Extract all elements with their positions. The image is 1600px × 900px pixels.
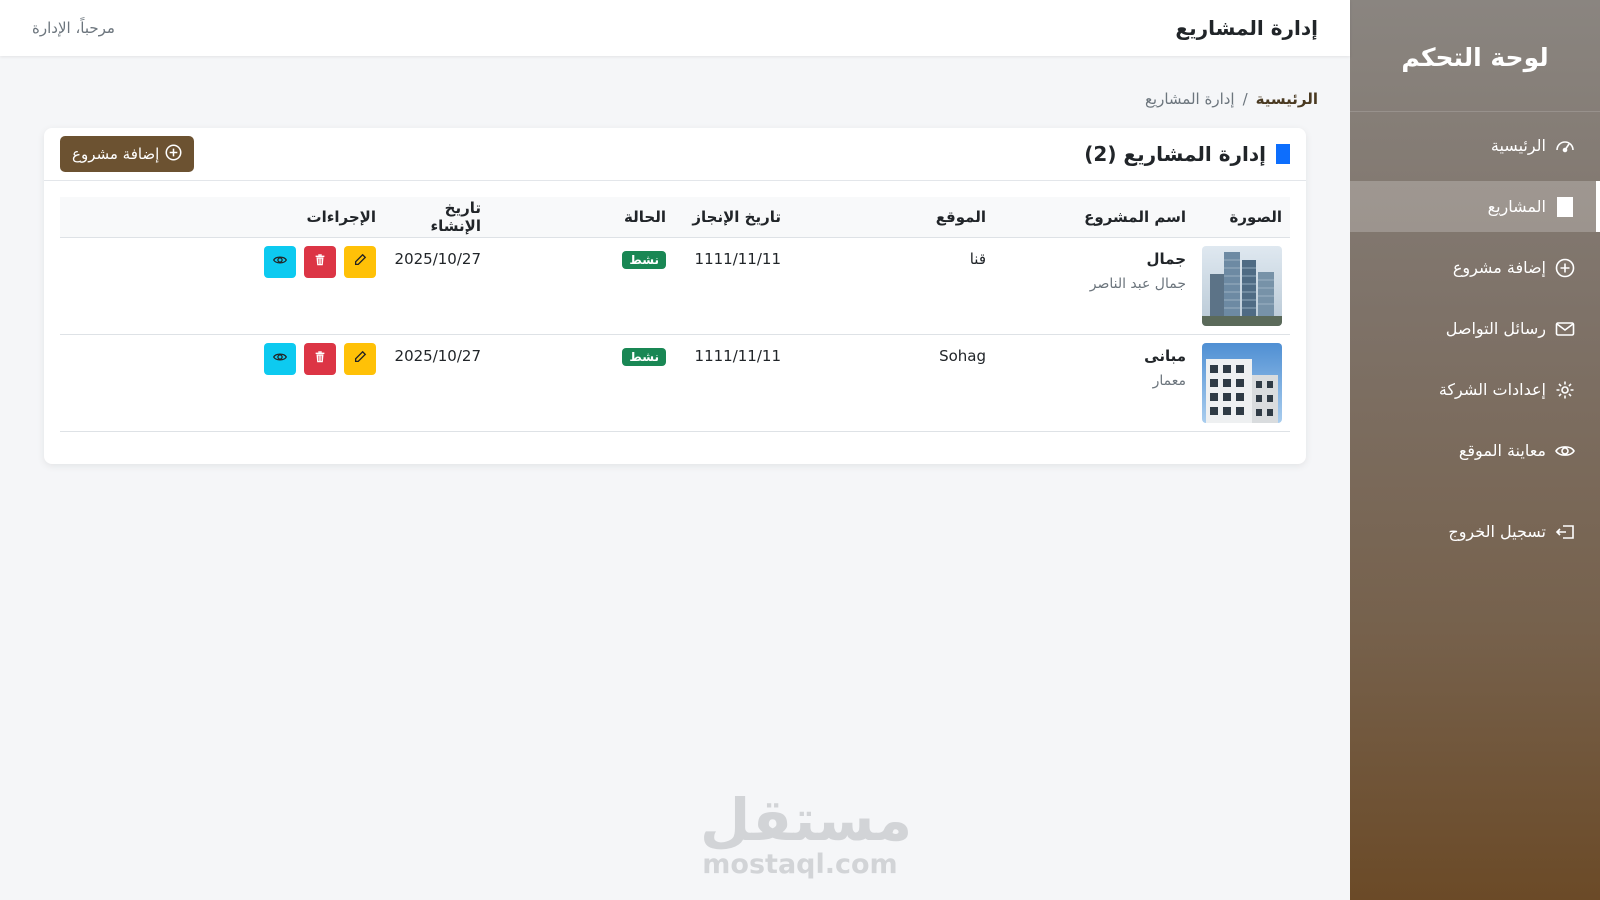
project-created-date: 2025/10/27: [394, 346, 481, 365]
title-square-icon: [1276, 144, 1290, 164]
dashboard-icon: [1554, 135, 1576, 157]
breadcrumb: الرئيسية / إدارة المشاريع: [1145, 90, 1318, 108]
status-badge: نشط: [622, 250, 666, 269]
created-cell: 2025/10/27: [384, 334, 489, 432]
status-cell: نشط: [489, 334, 674, 432]
card-header: إدارة المشاريع (2) إضافة مشروع: [44, 128, 1306, 181]
column-header-actions: الإجراءات: [60, 197, 384, 238]
projects-card: إدارة المشاريع (2) إضافة مشروع الصورة اس…: [44, 128, 1306, 464]
pencil-icon: [353, 253, 367, 270]
trash-icon: [313, 253, 327, 270]
column-header-created: تاريخ الإنشاء: [384, 197, 489, 238]
project-thumbnail: [1202, 245, 1282, 326]
sidebar-nav: الرئيسية المشاريع إضافة مشروع رسائل التو…: [1350, 120, 1600, 557]
pencil-icon: [353, 350, 367, 367]
sidebar-item-label: معاينة الموقع: [1458, 441, 1546, 460]
location-cell: قنا: [789, 237, 994, 335]
sidebar-item-label: الرئيسية: [1490, 136, 1546, 155]
sidebar-item-label: تسجيل الخروج: [1448, 522, 1546, 541]
column-header-location: الموقع: [789, 197, 994, 238]
welcome-text: مرحباً، الإدارة: [32, 19, 115, 37]
sidebar-item-projects[interactable]: المشاريع: [1350, 181, 1600, 232]
column-header-name: اسم المشروع: [994, 197, 1194, 238]
logout-icon: [1554, 521, 1576, 543]
actions-cell: [60, 334, 384, 432]
table-wrapper: الصورة اسم المشروع الموقع تاريخ الإنجاز …: [44, 181, 1306, 432]
view-button[interactable]: [264, 342, 296, 375]
edit-button[interactable]: [344, 342, 376, 375]
project-created-date: 2025/10/27: [394, 249, 481, 268]
project-subtitle: معمار: [1152, 372, 1186, 389]
breadcrumb-separator: /: [1242, 90, 1248, 108]
breadcrumb-home-link[interactable]: الرئيسية: [1256, 90, 1318, 108]
sidebar: لوحة التحكم الرئيسية المشاريع إضافة مشرو…: [1350, 0, 1600, 900]
sidebar-item-label: رسائل التواصل: [1445, 319, 1546, 338]
project-thumbnail: [1202, 342, 1282, 423]
delete-button[interactable]: [304, 342, 336, 375]
sidebar-item-home[interactable]: الرئيسية: [1350, 120, 1600, 171]
topbar: مرحباً، الإدارة إدارة المشاريع: [0, 0, 1350, 56]
add-project-button-label: إضافة مشروع: [72, 145, 160, 163]
table-row: مبانى معمار Sohag 1111/11/11 نشط 2025/10…: [60, 334, 1290, 432]
envelope-icon: [1554, 318, 1576, 340]
name-cell: مبانى معمار: [994, 334, 1194, 432]
card-title: إدارة المشاريع (2): [1084, 142, 1290, 166]
name-cell: جمال جمال عبد الناصر: [994, 237, 1194, 335]
projects-table: الصورة اسم المشروع الموقع تاريخ الإنجاز …: [60, 197, 1290, 432]
sidebar-title: لوحة التحكم: [1350, 0, 1600, 112]
sidebar-item-label: إعدادات الشركة: [1438, 380, 1546, 399]
eye-icon: [272, 350, 288, 367]
breadcrumb-current: إدارة المشاريع: [1144, 90, 1235, 108]
sidebar-item-label: إضافة مشروع: [1452, 258, 1546, 277]
created-cell: 2025/10/27: [384, 237, 489, 335]
edit-button[interactable]: [344, 245, 376, 278]
card-title-text: إدارة المشاريع (2): [1084, 142, 1266, 166]
sidebar-item-logout[interactable]: تسجيل الخروج: [1350, 506, 1600, 557]
project-name: جمال: [1146, 249, 1186, 268]
completion-cell: 1111/11/11: [674, 237, 789, 335]
image-cell: [1194, 334, 1290, 432]
add-project-button[interactable]: إضافة مشروع: [60, 136, 195, 172]
view-button[interactable]: [264, 245, 296, 278]
sidebar-item-messages[interactable]: رسائل التواصل: [1350, 303, 1600, 354]
status-badge: نشط: [622, 347, 666, 366]
row-actions: [68, 245, 376, 278]
watermark-latin: mostaql.com: [702, 849, 898, 880]
completion-cell: 1111/11/11: [674, 334, 789, 432]
project-name: مبانى: [1144, 346, 1186, 365]
sidebar-item-preview[interactable]: معاينة الموقع: [1350, 425, 1600, 476]
actions-cell: [60, 237, 384, 335]
row-actions: [68, 342, 376, 375]
gear-icon: [1554, 379, 1576, 401]
project-icon: [1554, 196, 1576, 218]
plus-circle-icon: [1554, 257, 1576, 279]
watermark: مستقل mostaql.com: [700, 786, 913, 880]
column-header-status: الحالة: [489, 197, 674, 238]
image-cell: [1194, 237, 1290, 335]
project-location: Sohag: [939, 346, 986, 365]
status-cell: نشط: [489, 237, 674, 335]
table-row: جمال جمال عبد الناصر قنا 1111/11/11 نشط …: [60, 237, 1290, 335]
page-title: إدارة المشاريع: [1175, 16, 1318, 40]
watermark-arabic: مستقل: [700, 786, 913, 854]
project-completion-date: 1111/11/11: [694, 346, 781, 365]
table-header-row: الصورة اسم المشروع الموقع تاريخ الإنجاز …: [60, 197, 1290, 238]
project-subtitle: جمال عبد الناصر: [1089, 275, 1186, 292]
project-completion-date: 1111/11/11: [694, 249, 781, 268]
trash-icon: [313, 350, 327, 367]
project-location: قنا: [969, 249, 986, 268]
eye-icon: [272, 253, 288, 270]
plus-circle-icon: [165, 144, 182, 165]
sidebar-item-add-project[interactable]: إضافة مشروع: [1350, 242, 1600, 293]
delete-button[interactable]: [304, 245, 336, 278]
eye-icon: [1554, 440, 1576, 462]
column-header-completion: تاريخ الإنجاز: [674, 197, 789, 238]
column-header-image: الصورة: [1194, 197, 1290, 238]
sidebar-item-settings[interactable]: إعدادات الشركة: [1350, 364, 1600, 415]
location-cell: Sohag: [789, 334, 994, 432]
sidebar-item-label: المشاريع: [1487, 197, 1546, 216]
